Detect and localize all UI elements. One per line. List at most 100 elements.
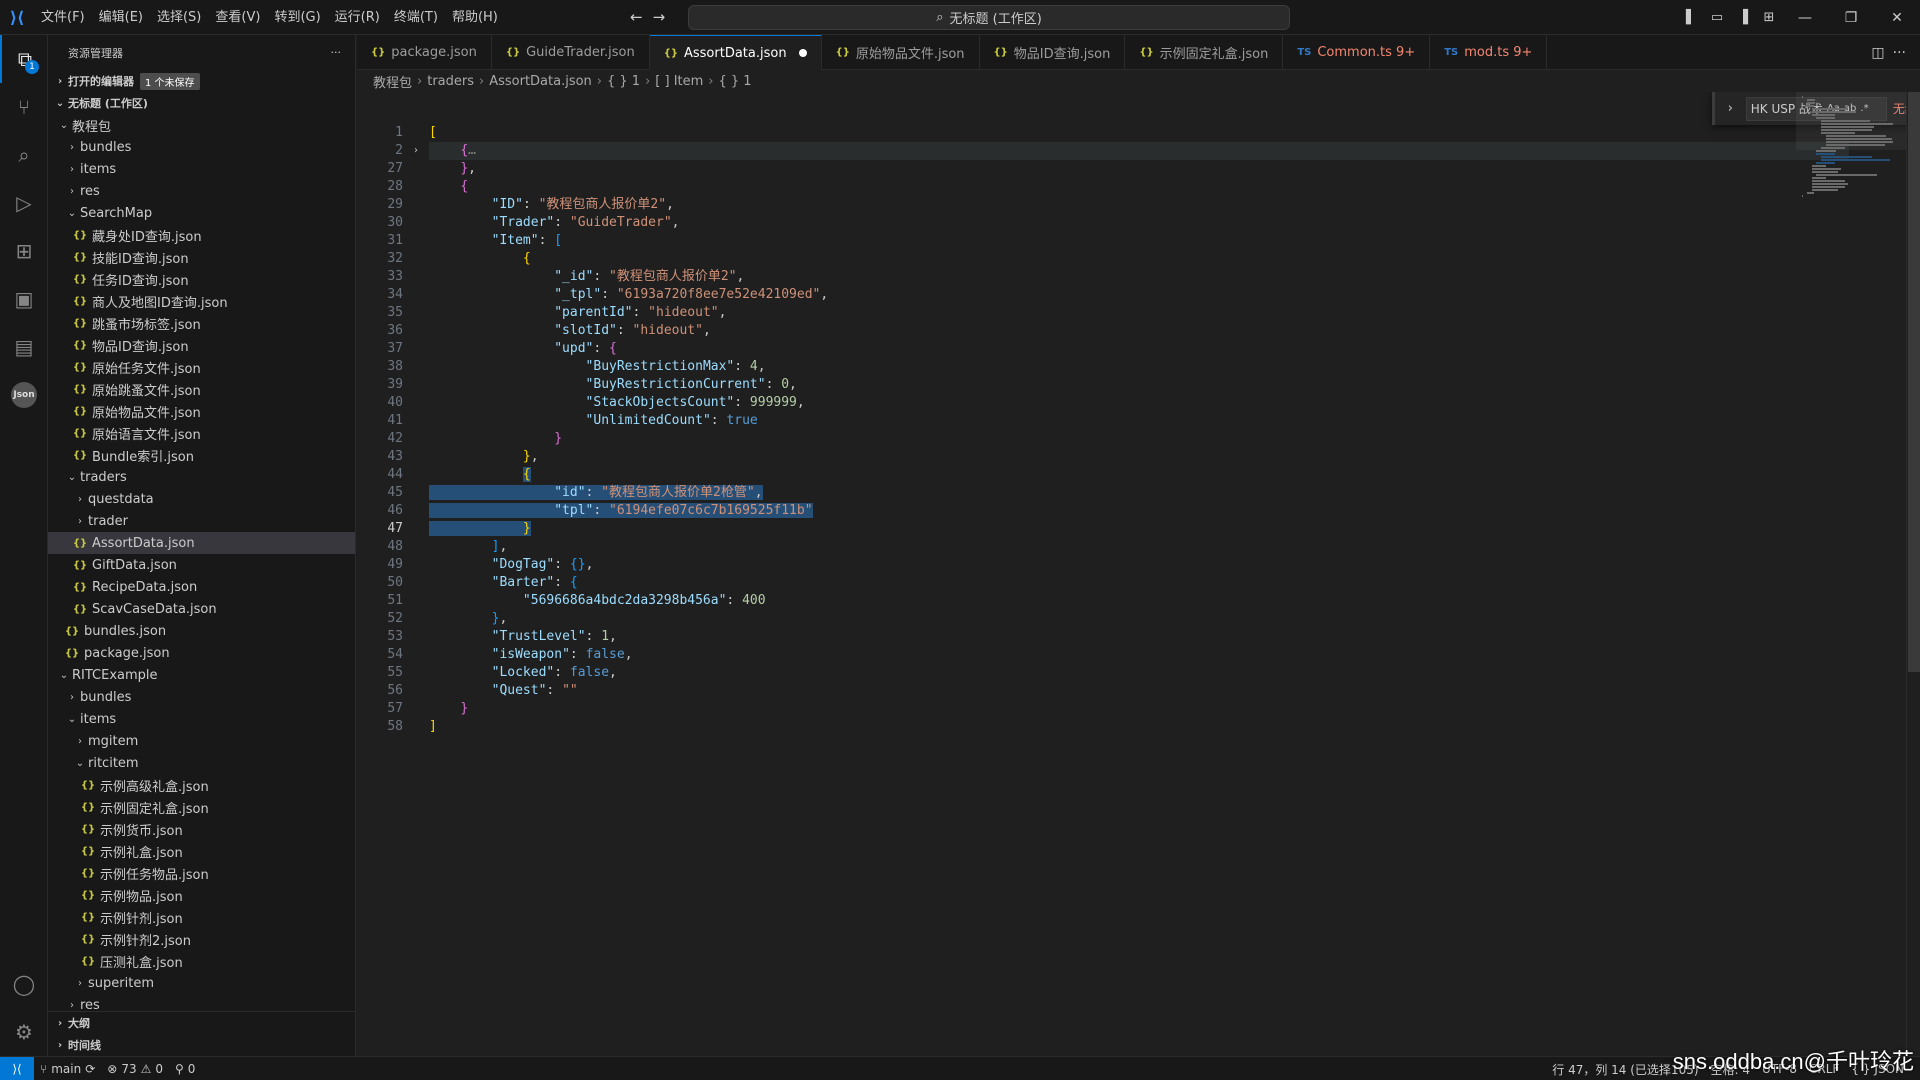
- code-line[interactable]: "5696686a4bdc2da3298b456a": 400: [429, 592, 1849, 610]
- tree-file-item[interactable]: {} 示例物品.json: [48, 884, 355, 906]
- tree-file-item[interactable]: {} 跳蚤市场标签.json: [48, 312, 355, 334]
- remote-explorer-icon[interactable]: ▣: [0, 275, 48, 323]
- menu-item[interactable]: 帮助(H): [445, 0, 505, 35]
- tree-file-item[interactable]: {} 物品ID查询.json: [48, 334, 355, 356]
- code-line[interactable]: }: [429, 700, 1849, 718]
- tree-file-item[interactable]: {} 示例固定礼盒.json: [48, 796, 355, 818]
- code-line[interactable]: },: [429, 160, 1849, 178]
- code-line[interactable]: {…: [429, 142, 1849, 160]
- editor-tab[interactable]: {} package.json: [357, 35, 492, 70]
- tree-file-item[interactable]: {} 示例针剂2.json: [48, 928, 355, 950]
- menu-item[interactable]: 运行(R): [328, 0, 387, 35]
- code-line[interactable]: "slotId": "hideout",: [429, 322, 1849, 340]
- breadcrumb-item[interactable]: [ ] Item: [655, 74, 703, 89]
- breadcrumb-item[interactable]: { } 1: [607, 74, 640, 89]
- tree-file-item[interactable]: {} 示例针剂.json: [48, 906, 355, 928]
- tree-file-item[interactable]: {} Bundle索引.json: [48, 444, 355, 466]
- toggle-sidebar-icon[interactable]: ▌: [1678, 0, 1704, 35]
- problems-item[interactable]: ⊗ 73 ⚠ 0: [101, 1062, 169, 1076]
- menu-item[interactable]: 终端(T): [387, 0, 445, 35]
- tree-folder-item[interactable]: › superitem: [48, 972, 355, 994]
- code-line[interactable]: {: [429, 466, 1849, 484]
- tree-folder-item[interactable]: › trader: [48, 510, 355, 532]
- tree-file-item[interactable]: {} ScavCaseData.json: [48, 598, 355, 620]
- editor-tab[interactable]: {} AssortData.json: [649, 35, 822, 70]
- code-line[interactable]: "BuyRestrictionCurrent": 0,: [429, 376, 1849, 394]
- code-editor[interactable]: 1 2 27 28 29 30 31 32 33 34 35 36 37 38 39 40 41 42 43 44 45…: [357, 92, 1920, 1056]
- code-line[interactable]: "_id": "教程包商人报价单2",: [429, 268, 1849, 286]
- tree-file-item[interactable]: {} 原始任务文件.json: [48, 356, 355, 378]
- toggle-replace-icon[interactable]: ›: [1721, 101, 1740, 116]
- code-line[interactable]: "Quest": "": [429, 682, 1849, 700]
- code-line[interactable]: "_tpl": "6193a720f8ee7e52e42109ed",: [429, 286, 1849, 304]
- breadcrumb-item[interactable]: { } 1: [719, 74, 752, 89]
- code-line[interactable]: "Item": [: [429, 232, 1849, 250]
- tree-file-item[interactable]: {} GiftData.json: [48, 554, 355, 576]
- timeline-section[interactable]: › 时间线: [48, 1034, 355, 1056]
- menu-item[interactable]: 编辑(E): [92, 0, 150, 35]
- close-window-button[interactable]: ✕: [1874, 0, 1920, 35]
- code-line[interactable]: "Trader": "GuideTrader",: [429, 214, 1849, 232]
- breadcrumb-item[interactable]: 教程包: [373, 72, 412, 91]
- menu-item[interactable]: 文件(F): [34, 0, 92, 35]
- customize-layout-icon[interactable]: ⊞: [1756, 0, 1782, 35]
- run-debug-icon[interactable]: ▷: [0, 179, 48, 227]
- toggle-panel-icon[interactable]: ▭: [1704, 0, 1730, 35]
- editor-tab[interactable]: TS mod.ts 9+: [1430, 35, 1548, 70]
- tree-file-item[interactable]: {} 原始跳蚤文件.json: [48, 378, 355, 400]
- split-editor-icon[interactable]: ◫: [1871, 45, 1884, 61]
- settings-gear-icon[interactable]: ⚙: [0, 1008, 48, 1056]
- toggle-secondary-sidebar-icon[interactable]: ▐: [1730, 0, 1756, 35]
- editor-tab[interactable]: {} 物品ID查询.json: [980, 35, 1126, 70]
- tree-folder-item[interactable]: ⌄ traders: [48, 466, 355, 488]
- code-line[interactable]: "id": "教程包商人报价单2枪管",: [429, 484, 1849, 502]
- code-line[interactable]: "Locked": false,: [429, 664, 1849, 682]
- tree-folder-item[interactable]: › questdata: [48, 488, 355, 510]
- tree-folder-item[interactable]: › bundles: [48, 136, 355, 158]
- code-line[interactable]: "UnlimitedCount": true: [429, 412, 1849, 430]
- tree-file-item[interactable]: {} package.json: [48, 642, 355, 664]
- tree-file-item[interactable]: {} bundles.json: [48, 620, 355, 642]
- tree-file-item[interactable]: {} RecipeData.json: [48, 576, 355, 598]
- code-line[interactable]: "parentId": "hideout",: [429, 304, 1849, 322]
- code-line[interactable]: "isWeapon": false,: [429, 646, 1849, 664]
- code-line[interactable]: "BuyRestrictionMax": 4,: [429, 358, 1849, 376]
- tree-file-item[interactable]: {} 示例任务物品.json: [48, 862, 355, 884]
- command-center[interactable]: ⌕ 无标题 (工作区): [688, 5, 1290, 30]
- code-line[interactable]: "tpl": "6194efe07c6c7b169525f11b": [429, 502, 1849, 520]
- code-line[interactable]: ],: [429, 538, 1849, 556]
- tree-folder-item[interactable]: ⌄ SearchMap: [48, 202, 355, 224]
- more-actions-icon[interactable]: ···: [1893, 45, 1906, 61]
- tree-file-item[interactable]: {} 原始物品文件.json: [48, 400, 355, 422]
- breadcrumb-item[interactable]: AssortData.json: [489, 74, 592, 89]
- tree-file-item[interactable]: {} AssortData.json: [48, 532, 355, 554]
- code-line[interactable]: ]: [429, 718, 1849, 736]
- tree-file-item[interactable]: {} 原始语言文件.json: [48, 422, 355, 444]
- code-line[interactable]: "TrustLevel": 1,: [429, 628, 1849, 646]
- source-control-icon[interactable]: ⑂: [0, 83, 48, 131]
- tree-folder-item[interactable]: › bundles: [48, 686, 355, 708]
- ports-item[interactable]: ⚲ 0: [169, 1062, 201, 1076]
- unsaved-dot-icon[interactable]: [798, 49, 807, 57]
- extensions-icon[interactable]: ⊞: [0, 227, 48, 275]
- tree-file-item[interactable]: {} 商人及地图ID查询.json: [48, 290, 355, 312]
- fold-chevron-icon[interactable]: ›: [409, 142, 423, 160]
- minimap[interactable]: [1796, 92, 1906, 1056]
- tree-folder-item[interactable]: › items: [48, 158, 355, 180]
- more-actions-icon[interactable]: ···: [331, 46, 342, 59]
- tree-folder-item[interactable]: ⌄ items: [48, 708, 355, 730]
- code-line[interactable]: "DogTag": {},: [429, 556, 1849, 574]
- code-line[interactable]: {: [429, 250, 1849, 268]
- open-editors-section[interactable]: › 打开的编辑器 1 个未保存: [48, 70, 355, 92]
- tree-folder-item[interactable]: › res: [48, 180, 355, 202]
- breadcrumb-item[interactable]: traders: [427, 74, 474, 89]
- tree-file-item[interactable]: {} 任务ID查询.json: [48, 268, 355, 290]
- code-line[interactable]: }: [429, 430, 1849, 448]
- tree-file-item[interactable]: {} 示例礼盒.json: [48, 840, 355, 862]
- code-line[interactable]: "StackObjectsCount": 999999,: [429, 394, 1849, 412]
- editor-tab[interactable]: {} 示例固定礼盒.json: [1125, 35, 1284, 70]
- tree-file-item[interactable]: {} 示例货币.json: [48, 818, 355, 840]
- json-extension-icon[interactable]: Json: [0, 371, 48, 419]
- menu-item[interactable]: 查看(V): [208, 0, 267, 35]
- tree-folder-item[interactable]: ⌄ RITCExample: [48, 664, 355, 686]
